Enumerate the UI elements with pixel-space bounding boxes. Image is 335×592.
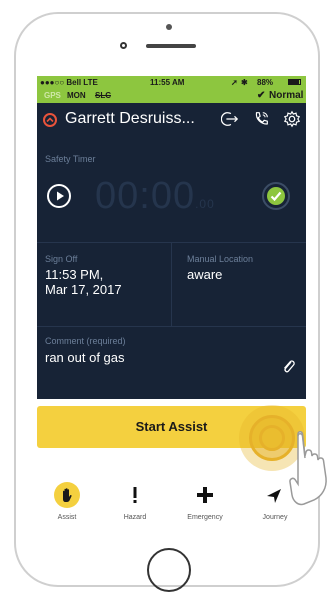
hand-icon bbox=[54, 482, 80, 508]
user-name: Garrett Desruiss... bbox=[65, 110, 195, 127]
tab-emergency-label: Emergency bbox=[187, 514, 223, 521]
sign-off-label: Sign Off bbox=[45, 254, 78, 264]
attachment-paperclip-icon[interactable] bbox=[281, 358, 297, 376]
collapse-chevron-icon[interactable] bbox=[43, 113, 57, 127]
settings-gear-icon[interactable] bbox=[283, 110, 301, 128]
user-header: Garrett Desruiss... bbox=[37, 103, 306, 135]
proximity-sensor bbox=[120, 42, 127, 49]
normal-check-icon: ✔ bbox=[257, 90, 266, 101]
sub-status-bar: GPS MON SLC ✔ Normal bbox=[37, 89, 306, 103]
comment-label: Comment (required) bbox=[45, 336, 126, 346]
safety-timer-label: Safety Timer bbox=[45, 154, 96, 164]
divider-vertical bbox=[171, 243, 172, 326]
bottom-tab-bar: Assist Hazard Emergency Journey bbox=[37, 482, 306, 542]
earpiece-speaker bbox=[146, 44, 196, 48]
phone-call-icon[interactable] bbox=[252, 110, 270, 128]
day-indicator: MON bbox=[67, 91, 86, 100]
play-timer-button[interactable] bbox=[47, 184, 71, 208]
manual-location-label: Manual Location bbox=[187, 254, 254, 264]
app-screen: ●●●○○ Bell LTE 11:55 AM ➚ ✱ 88% GPS MON … bbox=[37, 76, 306, 471]
battery-percent: 88% bbox=[257, 78, 274, 87]
check-icon bbox=[270, 191, 282, 202]
gps-indicator: GPS bbox=[44, 91, 61, 100]
tab-emergency[interactable]: Emergency bbox=[175, 482, 235, 521]
exclamation-icon bbox=[122, 482, 148, 508]
clock-label: 11:55 AM bbox=[150, 78, 185, 87]
sign-off-time[interactable]: 11:53 PM, bbox=[45, 267, 103, 282]
divider bbox=[37, 326, 306, 327]
tab-journey-label: Journey bbox=[262, 514, 288, 521]
confirm-check-button[interactable] bbox=[262, 182, 290, 210]
ios-status-bar: ●●●○○ Bell LTE 11:55 AM ➚ ✱ 88% bbox=[37, 76, 306, 89]
front-camera bbox=[166, 24, 172, 30]
slc-indicator: SLC bbox=[95, 91, 111, 100]
tab-hazard-label: Hazard bbox=[123, 514, 147, 521]
bluetooth-icon: ✱ bbox=[241, 78, 248, 87]
tab-hazard[interactable]: Hazard bbox=[105, 482, 165, 521]
timer-display: 00:00.00 bbox=[95, 175, 215, 218]
comment-value[interactable]: ran out of gas bbox=[45, 350, 125, 365]
carrier-label: ●●●○○ Bell LTE bbox=[40, 78, 98, 87]
tab-assist-label: Assist bbox=[57, 514, 77, 521]
plus-icon bbox=[192, 482, 218, 508]
timer-digits: 00:00 bbox=[95, 175, 196, 217]
mode-label: Normal bbox=[269, 90, 304, 101]
tap-gesture-hand-icon bbox=[289, 431, 327, 506]
logout-icon[interactable] bbox=[221, 110, 239, 128]
tab-assist[interactable]: Assist bbox=[37, 482, 97, 521]
location-arrow-icon: ➚ bbox=[231, 78, 238, 87]
timer-fraction: .00 bbox=[195, 197, 215, 211]
sign-off-date[interactable]: Mar 17, 2017 bbox=[45, 282, 122, 297]
home-button[interactable] bbox=[147, 548, 191, 592]
manual-location-value[interactable]: aware bbox=[187, 267, 222, 282]
battery-icon bbox=[288, 79, 301, 85]
